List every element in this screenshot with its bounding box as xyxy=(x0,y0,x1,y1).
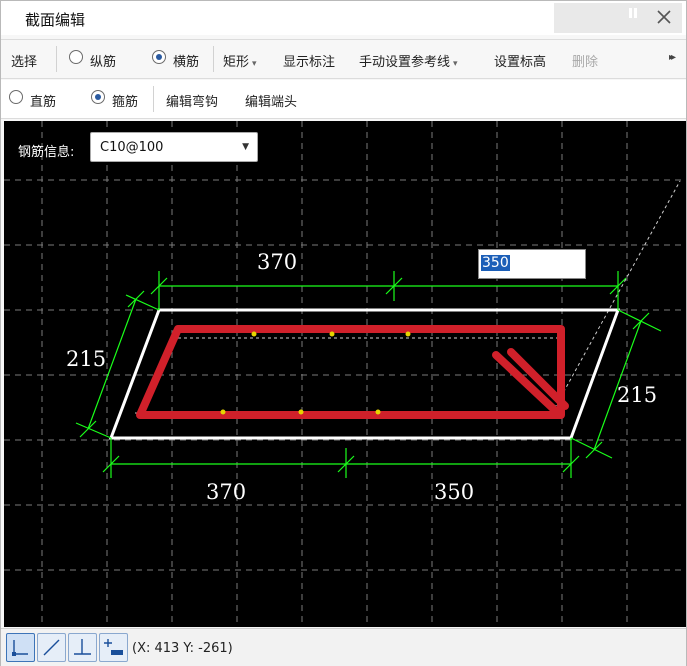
dim-top: 370 xyxy=(257,250,297,274)
separator xyxy=(56,46,57,72)
shape-dropdown[interactable]: 矩形 ▾ xyxy=(223,51,257,70)
transverse-radio[interactable] xyxy=(152,50,166,64)
snap-perpendicular-icon xyxy=(74,639,91,655)
dim-left: 215 xyxy=(66,347,106,371)
stirrup-radio[interactable] xyxy=(91,90,105,104)
section-edit-window: 截面编辑 选择 纵筋 横筋 矩形 ▾ 显示标注 手动设置参考线 ▾ 设置标高 删除 … xyxy=(0,0,687,666)
rebar-points xyxy=(220,331,411,415)
chevron-down-icon: ▼ xyxy=(242,142,249,152)
window-title: 截面编辑 xyxy=(25,11,86,29)
chevron-down-icon: ▾ xyxy=(252,59,257,69)
rebar-info-select[interactable]: C10@100 ▼ xyxy=(90,132,258,162)
stirrup-rebar[interactable] xyxy=(136,325,569,419)
select-button[interactable]: 选择 xyxy=(11,51,37,70)
rebar-info-label: 钢筋信息: xyxy=(18,145,75,160)
dimension-edit-input[interactable]: 350 xyxy=(478,249,586,279)
stirrup-label[interactable]: 箍筋 xyxy=(112,91,138,110)
snap-add-icon xyxy=(104,639,123,655)
set-elev-button[interactable]: 设置标高 xyxy=(494,51,546,70)
snap-endpoint-icon xyxy=(12,640,28,656)
grid xyxy=(4,121,686,627)
manual-ref-dropdown[interactable]: 手动设置参考线 ▾ xyxy=(359,51,458,70)
snap-line-icon xyxy=(43,639,60,656)
coordinate-readout: (X: 413 Y: -261) xyxy=(132,641,233,656)
shape-label: 矩形 xyxy=(223,55,250,70)
show-dims-button[interactable]: 显示标注 xyxy=(283,51,335,70)
separator xyxy=(153,86,154,112)
delete-button[interactable]: 删除 xyxy=(572,51,598,70)
rebar-info-value: C10@100 xyxy=(100,140,164,155)
transverse-label[interactable]: 横筋 xyxy=(173,51,199,70)
close-icon[interactable] xyxy=(654,7,674,27)
snap-perpendicular-button[interactable] xyxy=(68,633,97,662)
drawing-canvas[interactable]: 370 215 215 370 350 钢筋信息: C10@100 ▼ 350 xyxy=(4,121,686,627)
snap-add-button[interactable] xyxy=(99,633,128,662)
section-drawing[interactable]: 370 215 215 370 350 xyxy=(4,121,686,627)
dimension-edit-value: 350 xyxy=(481,255,510,271)
manual-ref-label: 手动设置参考线 xyxy=(359,55,451,70)
title-bar: 截面编辑 xyxy=(1,1,686,35)
dim-bottom-right: 350 xyxy=(434,480,474,504)
dim-right: 215 xyxy=(617,383,657,407)
snap-endpoint-button[interactable] xyxy=(6,633,35,662)
straight-radio[interactable] xyxy=(9,90,23,104)
chevron-down-icon: ▾ xyxy=(453,59,458,69)
edit-end-button[interactable]: 编辑端头 xyxy=(245,91,297,110)
toolbar-secondary: 直筋 箍筋 编辑弯钩 编辑端头 xyxy=(1,80,686,119)
status-bar: (X: 413 Y: -261) xyxy=(1,628,686,666)
snap-line-button[interactable] xyxy=(37,633,66,662)
more-icon[interactable]: ▸▸ xyxy=(669,52,676,63)
pin-icon[interactable] xyxy=(626,7,640,21)
longitudinal-radio[interactable] xyxy=(69,50,83,64)
straight-label[interactable]: 直筋 xyxy=(30,91,56,110)
edit-hook-button[interactable]: 编辑弯钩 xyxy=(166,91,218,110)
toolbar-main: 选择 纵筋 横筋 矩形 ▾ 显示标注 手动设置参考线 ▾ 设置标高 删除 ▸▸ xyxy=(1,39,686,79)
longitudinal-label[interactable]: 纵筋 xyxy=(90,51,116,70)
dim-bottom-left: 370 xyxy=(206,480,246,504)
separator xyxy=(213,46,214,72)
reference-lines xyxy=(135,180,681,414)
